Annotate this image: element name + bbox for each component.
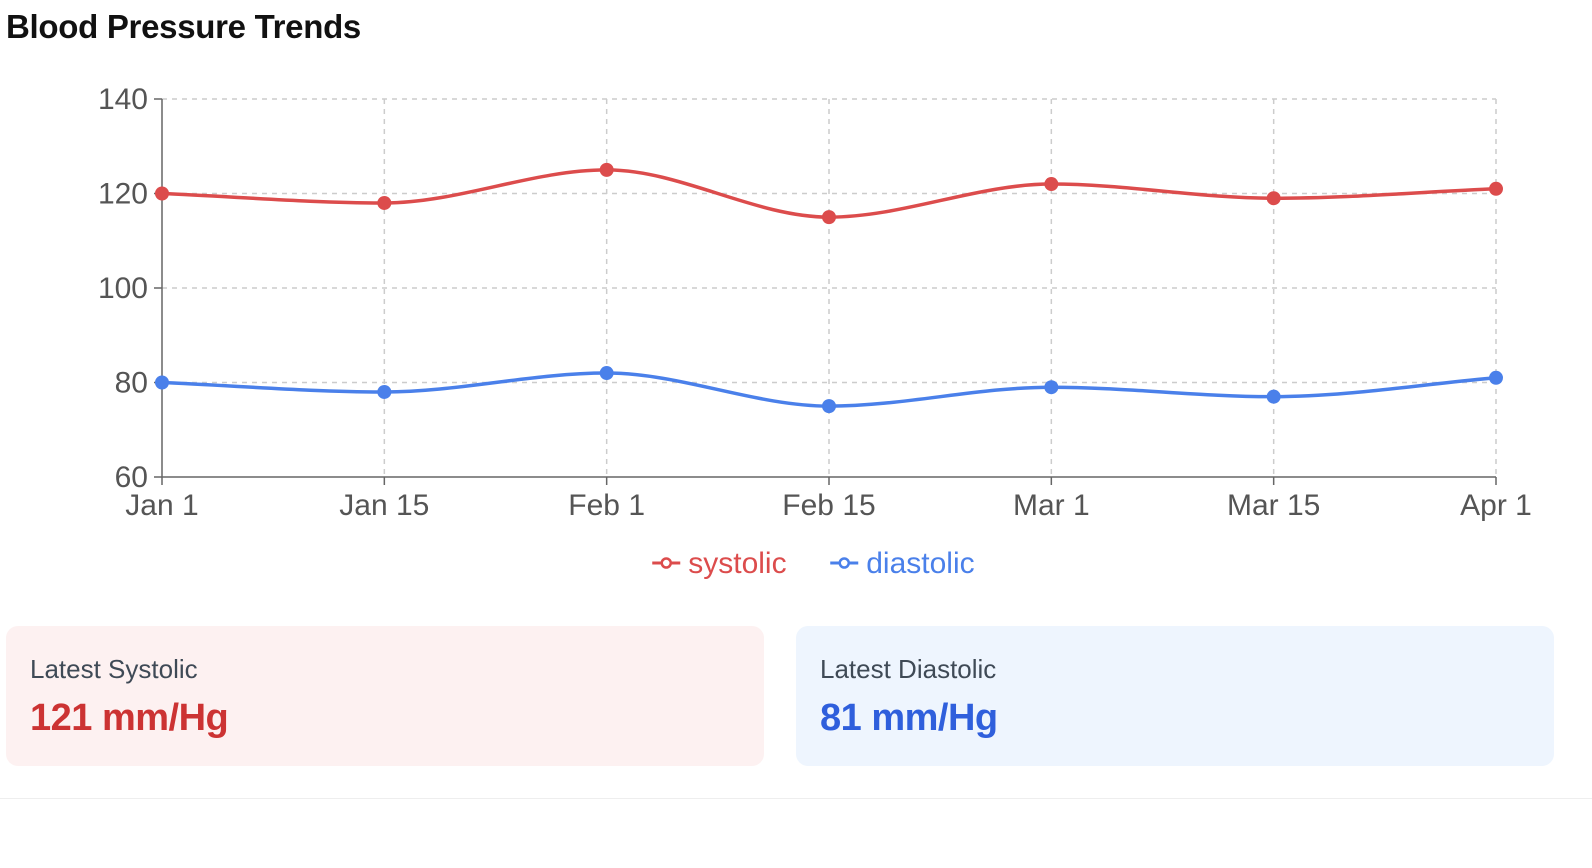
- systolic-point: [1044, 177, 1059, 192]
- diastolic-point: [1489, 370, 1503, 385]
- diastolic-point: [377, 384, 392, 399]
- legend-item-systolic[interactable]: systolic: [652, 547, 787, 580]
- chart-grid: [162, 98, 1497, 477]
- chart-axes: 6080100120140Jan 1 Jan 15 Feb 1 Feb 15 Mar 1…: [98, 83, 1532, 522]
- latest-diastolic-card: Latest Diastolic 81 mm/Hg: [796, 626, 1554, 766]
- latest-systolic-value: 121 mm/Hg: [30, 697, 229, 739]
- legend-label-diastolic: diastolic: [866, 547, 974, 580]
- y-tick-label: 80: [115, 367, 148, 400]
- bottom-divider: [0, 798, 1592, 799]
- legend-label-systolic: systolic: [688, 547, 786, 580]
- latest-systolic-card: Latest Systolic 121 mm/Hg: [6, 626, 764, 766]
- latest-systolic-label: Latest Systolic: [30, 654, 198, 684]
- systolic-point: [377, 195, 392, 210]
- y-tick-label: 140: [98, 83, 148, 116]
- latest-diastolic-label: Latest Diastolic: [820, 654, 997, 684]
- x-tick-label: Jan 15: [339, 489, 429, 522]
- y-tick-label: 120: [98, 178, 148, 211]
- systolic-point: [1489, 181, 1503, 196]
- blood-pressure-line-chart: 6080100120140Jan 1 Jan 15 Feb 1 Feb 15 Mar 1…: [98, 83, 1532, 580]
- diastolic-point: [1044, 380, 1059, 395]
- diastolic-point: [599, 366, 614, 381]
- latest-diastolic-value: 81 mm/Hg: [820, 697, 998, 739]
- diastolic-point: [822, 399, 836, 414]
- x-tick-label: Mar 15: [1227, 489, 1320, 522]
- systolic-point: [155, 186, 169, 201]
- chart-legend[interactable]: systolic diastolic: [652, 547, 975, 580]
- systolic-point: [1266, 191, 1281, 206]
- x-tick-label: Jan 1: [125, 489, 198, 522]
- legend-item-diastolic[interactable]: diastolic: [830, 547, 975, 580]
- diastolic-point: [1266, 389, 1281, 404]
- legend-marker-icon: [660, 557, 672, 569]
- x-tick-label: Feb 15: [782, 489, 875, 522]
- x-tick-label: Mar 1: [1013, 489, 1090, 522]
- x-tick-label: Feb 1: [568, 489, 645, 522]
- systolic-point: [822, 210, 836, 225]
- systolic-point: [599, 162, 614, 177]
- legend-marker-icon: [838, 557, 850, 569]
- y-tick-label: 100: [98, 272, 148, 305]
- x-tick-label: Apr 1: [1460, 489, 1532, 522]
- diastolic-point: [155, 375, 169, 390]
